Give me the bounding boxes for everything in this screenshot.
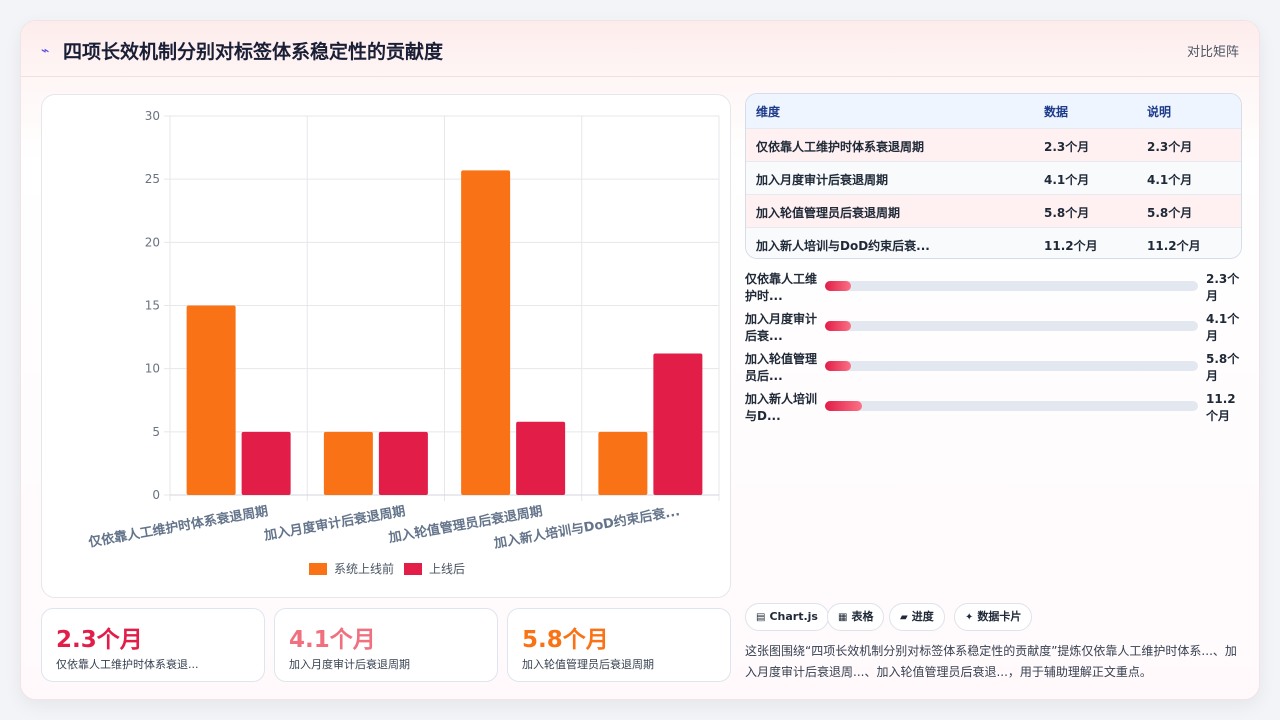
progress-icon: ▰ — [900, 612, 908, 623]
tag-label: 进度 — [911, 610, 934, 623]
table-header-cell: 数据 — [1044, 105, 1069, 119]
tag-progress[interactable]: ▰ 进度 — [889, 603, 945, 631]
tag-label: Chart.js — [769, 610, 818, 623]
table-cell: 5.8个月 — [1044, 206, 1090, 220]
progress-track — [825, 401, 1198, 411]
comparison-matrix-label[interactable]: 对比矩阵 — [1187, 41, 1239, 60]
legend-swatch — [309, 563, 327, 575]
stat-value: 4.1个月 — [289, 627, 376, 653]
y-tick-label: 25 — [145, 172, 160, 186]
table-cell: 加入新人培训与DoD约束后衰... — [756, 239, 930, 253]
progress-fill — [825, 281, 852, 291]
table-cell: 2.3个月 — [1147, 140, 1193, 154]
progress-fill — [825, 321, 852, 331]
table-cell: 加入轮值管理员后衰退周期 — [756, 206, 901, 220]
progress-label: 加入新人培训与D... — [745, 392, 818, 423]
bar — [241, 431, 291, 495]
table-header-row: 维度 数据 说明 — [746, 94, 1241, 128]
main-card: ⌁ 四项长效机制分别对标签体系稳定性的贡献度 对比矩阵 0 5 10 15 20 25 30… — [20, 20, 1260, 700]
progress-fill — [825, 361, 852, 371]
progress-value: 11.2个月 — [1206, 392, 1236, 423]
progress-value: 2.3个月 — [1206, 272, 1240, 303]
stat-value: 5.8个月 — [522, 627, 609, 653]
table-cell: 仅依靠人工维护时体系衰退周期 — [756, 140, 925, 154]
bar — [378, 431, 428, 495]
table-cell: 2.3个月 — [1044, 140, 1090, 154]
progress-fill — [825, 401, 863, 411]
table-row: 加入月度审计后衰退周期 4.1个月 4.1个月 — [746, 161, 1241, 194]
chart-description: 这张图围绕“四项长效机制分别对标签体系稳定性的贡献度”提炼仅依靠人工维护时体系.… — [745, 644, 1237, 679]
table-row: 加入新人培训与DoD约束后衰... 11.2个月 11.2个月 — [746, 227, 1241, 258]
progress-row: 加入轮值管理员后... 5.8个月 — [745, 351, 1245, 387]
bar — [323, 431, 373, 495]
table-cell: 加入月度审计后衰退周期 — [756, 173, 889, 187]
bar — [461, 170, 511, 495]
chart-spark-icon: ⌁ — [41, 43, 50, 59]
progress-track — [825, 281, 1198, 291]
y-tick-label: 10 — [145, 362, 160, 376]
bar — [653, 353, 703, 495]
table-header-cell: 维度 — [756, 105, 781, 119]
table-cell: 4.1个月 — [1147, 173, 1193, 187]
y-tick-label: 0 — [152, 488, 160, 502]
legend-swatch — [404, 563, 422, 575]
progress-track — [825, 321, 1198, 331]
y-tick-label: 15 — [145, 299, 160, 313]
page-title: 四项长效机制分别对标签体系稳定性的贡献度 — [63, 41, 444, 63]
tag-table[interactable]: ▦ 表格 — [827, 603, 885, 631]
progress-row: 加入月度审计后衰... 4.1个月 — [745, 311, 1245, 347]
tag-chartjs[interactable]: ▤ Chart.js — [745, 603, 829, 631]
bar — [516, 421, 566, 495]
table-header-cell: 说明 — [1147, 105, 1172, 119]
table-row: 仅依靠人工维护时体系衰退周期 2.3个月 2.3个月 — [746, 128, 1241, 161]
x-tick-label: 加入月度审计后衰退周期 — [262, 503, 407, 544]
tag-label: 表格 — [851, 610, 874, 623]
progress-label: 仅依靠人工维护时... — [745, 272, 818, 303]
table-row: 加入轮值管理员后衰退周期 5.8个月 5.8个月 — [746, 194, 1241, 227]
progress-value: 5.8个月 — [1206, 352, 1240, 383]
table-icon: ▦ — [838, 612, 848, 623]
stat-card: 4.1个月 加入月度审计后衰退周期 — [274, 608, 498, 682]
progress-value: 4.1个月 — [1206, 312, 1240, 343]
stat-label: 仅依靠人工维护时体系衰退... — [56, 658, 199, 671]
stat-card: 2.3个月 仅依靠人工维护时体系衰退... — [41, 608, 265, 682]
chart-icon: ▤ — [756, 612, 766, 623]
bar — [598, 431, 648, 495]
x-tick-label: 仅依靠人工维护时体系衰退周期 — [86, 503, 269, 551]
bar — [186, 305, 236, 495]
header: ⌁ 四项长效机制分别对标签体系稳定性的贡献度 对比矩阵 — [21, 21, 1259, 77]
legend-label: 上线后 — [429, 562, 465, 576]
data-table: 维度 数据 说明 仅依靠人工维护时体系衰退周期 2.3个月 2.3个月 加入月度… — [745, 93, 1242, 259]
progress-label: 加入月度审计后衰... — [745, 312, 818, 343]
y-tick-label: 30 — [145, 109, 160, 123]
sparkle-icon: ✦ — [965, 612, 974, 623]
progress-row: 加入新人培训与D... 11.2个月 — [745, 391, 1245, 427]
table-cell: 11.2个月 — [1147, 239, 1201, 253]
stat-label: 加入轮值管理员后衰退周期 — [522, 658, 654, 671]
stat-label: 加入月度审计后衰退周期 — [289, 658, 410, 671]
y-tick-label: 5 — [152, 425, 160, 439]
table-cell: 11.2个月 — [1044, 239, 1098, 253]
bar-chart: 051015202530仅依靠人工维护时体系衰退周期加入月度审计后衰退周期加入轮… — [86, 109, 720, 576]
legend-label: 系统上线前 — [334, 561, 394, 576]
table-cell: 5.8个月 — [1147, 206, 1193, 220]
stat-card: 5.8个月 加入轮值管理员后衰退周期 — [507, 608, 731, 682]
y-tick-label: 20 — [145, 235, 160, 249]
stat-value: 2.3个月 — [56, 627, 143, 653]
progress-track — [825, 361, 1198, 371]
progress-label: 加入轮值管理员后... — [745, 352, 818, 383]
progress-row: 仅依靠人工维护时... 2.3个月 — [745, 271, 1245, 307]
table-cell: 4.1个月 — [1044, 173, 1090, 187]
tag-label: 数据卡片 — [977, 610, 1022, 623]
tag-data-card[interactable]: ✦ 数据卡片 — [954, 603, 1033, 631]
bar-chart-panel: 0 5 10 15 20 25 30 仅依靠人工维护时体系衰退周期 加入月度审计后衰退周期 加入轮… — [41, 94, 731, 598]
